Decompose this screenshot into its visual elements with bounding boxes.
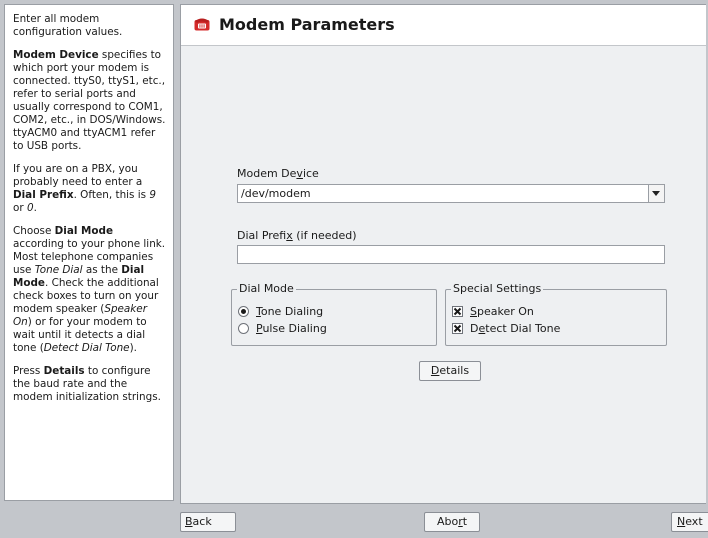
help-modem-device: Modem Device specifies to which port you… (13, 49, 166, 152)
phone-icon (194, 17, 210, 31)
special-settings-legend: Special Settings (451, 282, 544, 295)
modem-device-combo[interactable]: /dev/modem (237, 184, 665, 203)
dial-mode-legend: Dial Mode (237, 282, 296, 295)
dial-prefix-input[interactable] (237, 245, 665, 264)
page-title: Modem Parameters (219, 15, 395, 34)
radio-selected-dot (241, 309, 246, 314)
help-details: Press Details to configure the baud rate… (13, 365, 161, 403)
details-button[interactable]: Details (419, 361, 481, 381)
help-panel: Enter all modem configuration values. Mo… (4, 4, 174, 501)
chevron-down-icon (652, 191, 660, 196)
next-button[interactable]: Next (671, 512, 708, 532)
main-panel: Modem Parameters Modem Device /dev/modem… (180, 4, 706, 504)
checkbox[interactable] (452, 323, 463, 334)
special-settings-group: Special Settings Speaker On Detect Dial … (445, 282, 667, 346)
radio-button[interactable] (238, 323, 249, 334)
modem-device-value: /dev/modem (241, 187, 311, 200)
help-dial-prefix: If you are on a PBX, you probably need t… (13, 163, 156, 214)
dial-prefix-label: Dial Prefix (if needed) (237, 229, 357, 242)
help-intro: Enter all modem configuration values. (13, 13, 123, 38)
speaker-on-label: Speaker On (470, 305, 534, 318)
abort-button[interactable]: Abort (424, 512, 480, 532)
detect-dial-tone-label: Detect Dial Tone (470, 322, 561, 335)
checkmark-x-icon (453, 324, 462, 333)
checkbox[interactable] (452, 306, 463, 317)
checkmark-x-icon (453, 307, 462, 316)
combo-dropdown-button[interactable] (648, 185, 664, 202)
help-dial-mode: Choose Dial Mode according to your phone… (13, 225, 166, 354)
title-bar: Modem Parameters (181, 5, 706, 46)
dial-mode-group: Dial Mode Tone Dialing Pulse Dialing (231, 282, 437, 346)
back-button[interactable]: Back (180, 512, 236, 532)
modem-device-label: Modem Device (237, 167, 319, 180)
tone-dialing-label: Tone Dialing (256, 305, 324, 318)
pulse-dialing-label: Pulse Dialing (256, 322, 327, 335)
radio-button[interactable] (238, 306, 249, 317)
